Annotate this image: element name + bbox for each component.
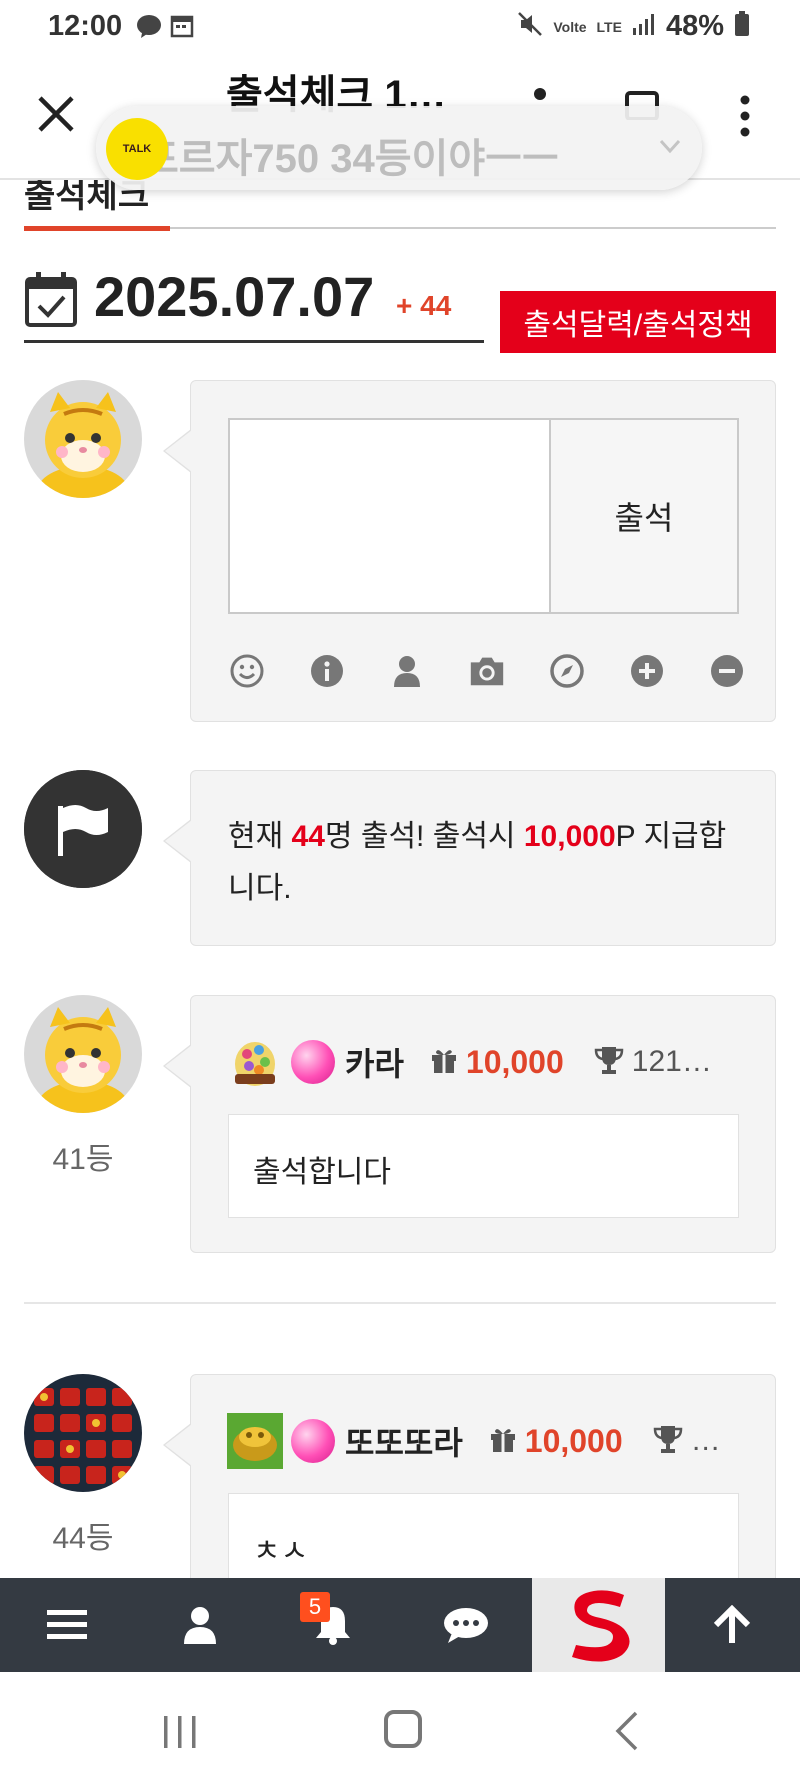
avatar	[24, 380, 142, 498]
attendance-date: 2025.07.07	[94, 265, 375, 328]
chevron-down-icon[interactable]	[656, 132, 684, 165]
section-divider	[24, 1302, 776, 1304]
compose-card: 출석	[163, 380, 776, 722]
trophy-icon	[653, 1424, 683, 1459]
attendance-comment-input[interactable]	[228, 418, 551, 614]
attendance-submit-button[interactable]: 출석	[549, 418, 739, 614]
nickname[interactable]: 카라	[345, 1039, 404, 1085]
trophy-icon	[594, 1045, 624, 1080]
close-icon	[38, 96, 74, 132]
signal-icon	[632, 12, 656, 41]
total-rank: …	[690, 1424, 721, 1457]
user-icon[interactable]	[387, 651, 427, 691]
status-time: 12:00	[48, 10, 123, 42]
minus-circle-icon[interactable]	[707, 651, 747, 691]
avatar[interactable]	[24, 995, 142, 1113]
attendance-entry: 카라 10,000 121… 출석합니다	[163, 995, 776, 1253]
battery-percent: 48%	[665, 10, 724, 42]
bottom-nav: 5	[0, 1578, 800, 1672]
notice-points: 10,000	[523, 820, 616, 853]
home-icon[interactable]	[384, 1710, 422, 1748]
compass-icon[interactable]	[547, 651, 587, 691]
talk-notification-icon	[136, 14, 162, 43]
menu-button[interactable]	[0, 1578, 133, 1672]
points-awarded: 10,000	[524, 1422, 623, 1459]
kakao-notification-bubble[interactable]: 포르자750 34등이야ㅡㅡ TALK	[96, 106, 702, 190]
total-rank: 121…	[631, 1045, 712, 1078]
scroll-top-button[interactable]	[665, 1578, 798, 1672]
mute-icon	[517, 11, 543, 42]
profile-button[interactable]	[133, 1578, 266, 1672]
gift-icon	[430, 1046, 458, 1079]
recent-apps-icon[interactable]	[160, 1712, 200, 1757]
level-badge-icon	[227, 1413, 283, 1469]
network-label: LTE	[596, 18, 622, 35]
more-vertical-icon	[740, 95, 750, 137]
info-icon[interactable]	[307, 651, 347, 691]
attendance-policy-button[interactable]: 출석달력/출석정책	[500, 291, 776, 353]
avatar[interactable]	[24, 1374, 142, 1492]
kakao-message: 포르자750 34등이야ㅡㅡ	[142, 137, 559, 181]
nickname[interactable]: 또또또라	[345, 1418, 463, 1464]
chat-button[interactable]	[399, 1578, 532, 1672]
points-awarded: 10,000	[465, 1043, 564, 1080]
notice-count: 44	[291, 820, 325, 853]
rank-label: 44등	[52, 1522, 114, 1555]
attendance-count: + 44	[396, 290, 452, 321]
attendance-notice: 현재 44명 출석! 출석시 10,000P 지급합니다.	[228, 820, 727, 905]
plus-circle-icon[interactable]	[627, 651, 667, 691]
tab-active-indicator	[24, 226, 170, 231]
arrow-up-icon	[713, 1605, 750, 1643]
entry-header: 카라 10,000 121…	[227, 1034, 712, 1090]
level-orb-icon	[291, 1419, 335, 1463]
more-button[interactable]	[730, 92, 760, 142]
rank-label: 41등	[52, 1143, 114, 1176]
notification-badge: 5	[300, 1592, 330, 1622]
back-icon[interactable]	[614, 1710, 640, 1757]
site-logo-icon	[571, 1590, 630, 1662]
close-button[interactable]	[34, 92, 78, 136]
date-underline	[24, 340, 484, 343]
tiger-avatar-icon	[24, 380, 142, 498]
notice-avatar	[24, 770, 142, 888]
level-orb-icon	[291, 1040, 335, 1084]
flag-icon	[24, 770, 142, 888]
slot-game-avatar-icon	[24, 1374, 142, 1492]
tiger-avatar-icon	[24, 995, 142, 1113]
calendar-icon	[170, 14, 194, 43]
compose-toolbar	[227, 651, 747, 691]
camera-icon[interactable]	[467, 651, 507, 691]
entry-header: 또또또라 10,000 …	[227, 1413, 721, 1469]
user-icon	[183, 1607, 216, 1644]
kakao-talk-logo: TALK	[106, 118, 168, 180]
level-badge-icon	[227, 1034, 283, 1090]
status-bar: 12:00 Volte LTE 48%	[0, 0, 800, 56]
menu-icon	[46, 1610, 87, 1639]
system-nav-bar	[0, 1672, 800, 1784]
notice-card: 현재 44명 출석! 출석시 10,000P 지급합니다.	[163, 770, 776, 946]
chat-icon	[443, 1608, 488, 1643]
site-logo[interactable]	[532, 1578, 665, 1672]
notifications-button[interactable]	[266, 1578, 399, 1672]
gift-icon	[489, 1425, 517, 1458]
entry-message: 출석합니다	[228, 1114, 739, 1218]
battery-icon	[734, 11, 750, 42]
calendar-check-icon	[24, 270, 78, 333]
smile-icon[interactable]	[227, 651, 267, 691]
volte-label: Volte	[553, 18, 587, 35]
